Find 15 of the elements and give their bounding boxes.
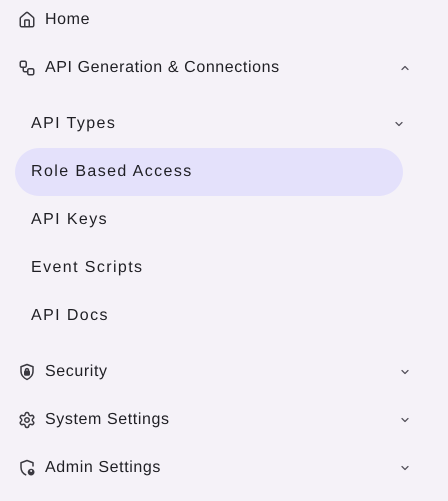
submenu-item[interactable]: Event Scripts — [15, 244, 403, 292]
nav-item[interactable]: Security — [45, 363, 390, 381]
submenu-item[interactable]: Role Based Access — [15, 148, 403, 196]
nav-item[interactable]: Home — [45, 11, 411, 29]
nav-item[interactable]: System Settings — [45, 411, 390, 429]
submenu-item[interactable]: API Docs — [15, 292, 403, 340]
home-icon — [18, 11, 36, 29]
gear-icon — [18, 411, 36, 429]
nav-item[interactable]: Admin Settings — [45, 459, 390, 477]
nav-item[interactable]: API Generation & Connections — [45, 59, 390, 77]
submenu-item[interactable]: API Keys — [15, 196, 403, 244]
workflow-icon — [18, 59, 36, 77]
submenu-item[interactable]: API Types — [15, 100, 403, 148]
shield-user-icon — [18, 459, 36, 477]
shield-lock-icon — [18, 363, 36, 381]
